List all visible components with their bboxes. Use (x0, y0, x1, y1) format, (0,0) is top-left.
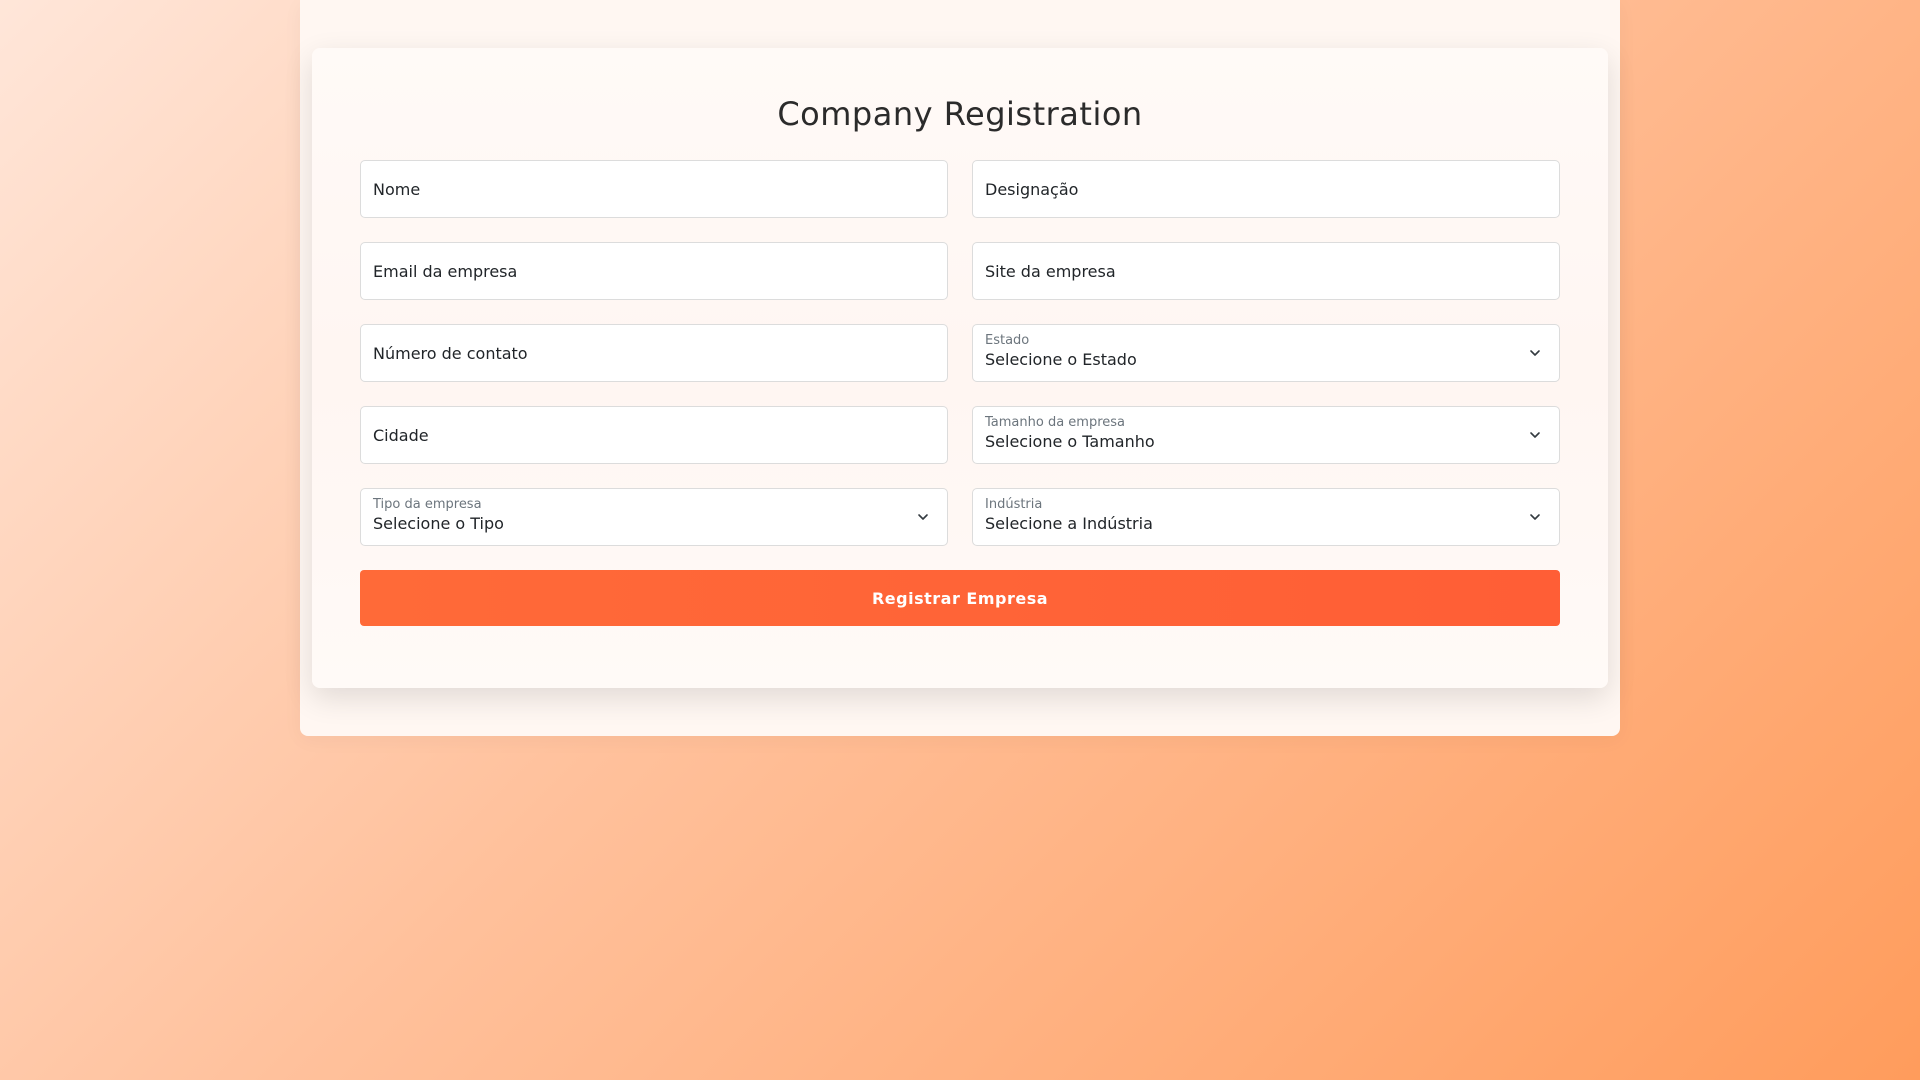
estado-value: Selecione o Estado (985, 350, 1137, 369)
estado-label: Estado (985, 333, 1030, 348)
industria-value: Selecione a Indústria (985, 514, 1153, 533)
email-input[interactable] (361, 243, 947, 299)
tamanho-select[interactable]: Tamanho da empresa Selecione o Tamanho (972, 406, 1560, 464)
email-field-wrapper (360, 242, 948, 300)
chevron-down-icon (1530, 350, 1540, 356)
designacao-input[interactable] (973, 161, 1559, 217)
cidade-field-wrapper (360, 406, 948, 464)
industria-select[interactable]: Indústria Selecione a Indústria (972, 488, 1560, 546)
site-input[interactable] (973, 243, 1559, 299)
site-field-wrapper (972, 242, 1560, 300)
contato-field-wrapper (360, 324, 948, 382)
estado-select[interactable]: Estado Selecione o Estado (972, 324, 1560, 382)
contato-input[interactable] (361, 325, 947, 381)
registrar-empresa-button[interactable]: Registrar Empresa (360, 570, 1560, 626)
chevron-down-icon (1530, 432, 1540, 438)
tipo-label: Tipo da empresa (373, 497, 482, 512)
registration-card: Company Registration Estado Selecione o … (312, 48, 1608, 688)
registration-form: Estado Selecione o Estado Tamanho da emp… (360, 160, 1560, 546)
cidade-input[interactable] (361, 407, 947, 463)
tipo-select[interactable]: Tipo da empresa Selecione o Tipo (360, 488, 948, 546)
chevron-down-icon (918, 514, 928, 520)
tamanho-label: Tamanho da empresa (985, 415, 1126, 430)
nome-input[interactable] (361, 161, 947, 217)
page-title: Company Registration (777, 95, 1143, 133)
designacao-field-wrapper (972, 160, 1560, 218)
tamanho-value: Selecione o Tamanho (985, 432, 1155, 451)
industria-label: Indústria (985, 497, 1043, 512)
tipo-value: Selecione o Tipo (373, 514, 504, 533)
chevron-down-icon (1530, 514, 1540, 520)
nome-field-wrapper (360, 160, 948, 218)
